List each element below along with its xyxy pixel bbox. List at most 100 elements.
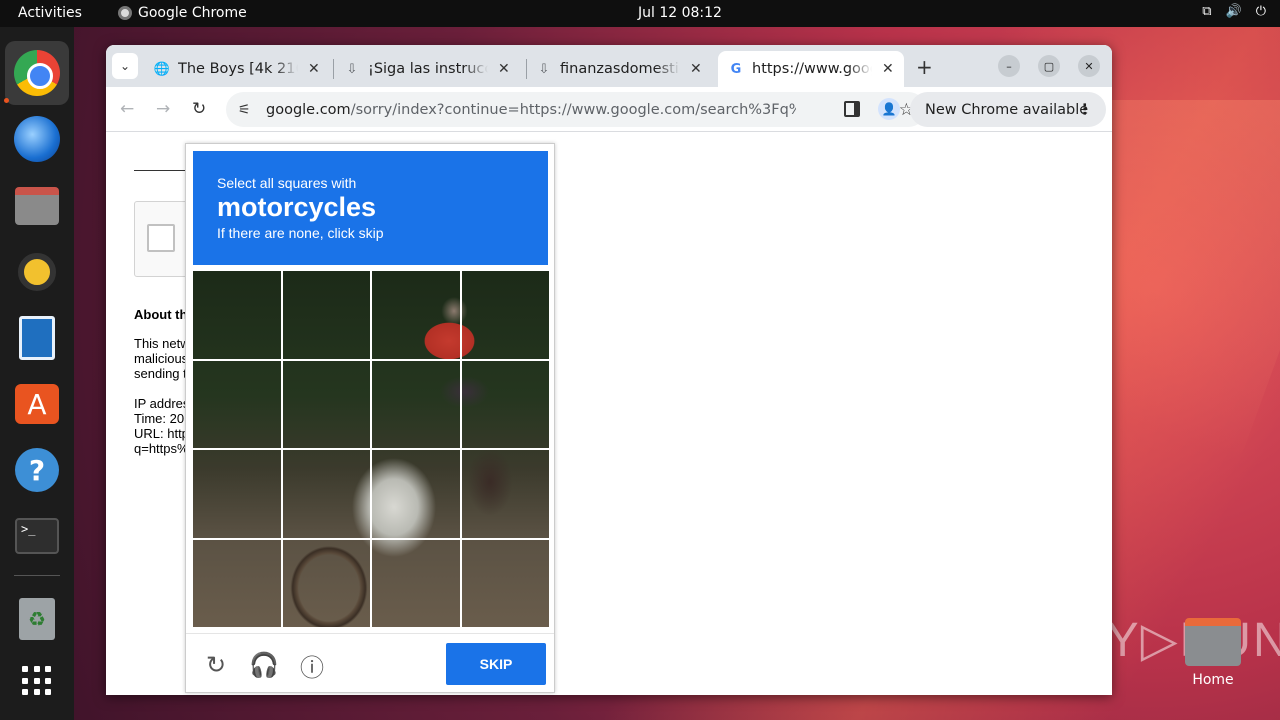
captcha-tile[interactable] <box>282 539 370 627</box>
new-chrome-available-button[interactable]: New Chrome available ⋮ <box>910 92 1106 127</box>
captcha-tile-image <box>282 539 370 627</box>
skip-button[interactable]: SKIP <box>446 643 546 685</box>
captcha-tile-image <box>282 450 370 538</box>
home-folder-label: Home <box>1192 672 1234 688</box>
dock-terminal[interactable]: >_ <box>13 512 61 560</box>
forward-button[interactable]: → <box>156 99 170 119</box>
dock-writer[interactable] <box>13 314 61 362</box>
minimize-icon: – <box>1006 59 1012 73</box>
dock-thunderbird[interactable] <box>13 115 61 163</box>
captcha-tile-image <box>372 360 460 448</box>
about-section: About th This netw malicious sending t I… <box>134 307 190 471</box>
app-menu[interactable]: Google Chrome <box>118 5 247 21</box>
close-icon: ✕ <box>1084 59 1094 73</box>
url-text: google.com/sorry/index?continue=https://… <box>266 102 796 118</box>
tab-siga[interactable]: ⇩ ¡Siga las instrucciones ✕ <box>334 51 524 87</box>
download-cloud-icon: ⇩ <box>346 61 358 77</box>
tab-the-boys[interactable]: 🌐 The Boys [4k 2160p] ✕ <box>144 51 330 87</box>
captcha-tile[interactable] <box>282 271 370 359</box>
captcha-tile[interactable] <box>372 450 460 538</box>
thunderbird-icon <box>14 116 60 162</box>
reload-button[interactable]: ↻ <box>192 99 206 119</box>
captcha-challenge: Select all squares with motorcycles If t… <box>185 143 555 693</box>
software-store-icon: A <box>15 384 59 424</box>
tab-title: https://www.google.com <box>752 61 872 77</box>
power-icon: ⏻ <box>1255 4 1266 19</box>
captcha-tile-image <box>193 271 281 359</box>
tab-finanzas[interactable]: ⇩ finanzasdomesticas ✕ <box>526 51 716 87</box>
captcha-tile[interactable] <box>372 271 460 359</box>
address-bar[interactable]: ⚟ google.com/sorry/index?continue=https:… <box>226 92 926 127</box>
captcha-tile[interactable] <box>461 450 549 538</box>
new-tab-button[interactable]: + <box>916 55 933 79</box>
dock-rhythmbox[interactable] <box>13 248 61 296</box>
update-label: New Chrome available <box>925 101 1089 118</box>
about-heading: About th <box>134 307 188 322</box>
terminal-icon: >_ <box>15 518 59 554</box>
desktop-home-folder[interactable]: Home <box>1184 618 1242 688</box>
captcha-tile[interactable] <box>193 271 281 359</box>
dock-software[interactable]: A <box>13 380 61 428</box>
reload-icon[interactable]: ↻ <box>202 651 230 679</box>
tab-strip: ⌄ 🌐 The Boys [4k 2160p] ✕ ⇩ ¡Siga las in… <box>106 45 1112 87</box>
captcha-tile[interactable] <box>282 360 370 448</box>
url-path: /sorry/index?continue=https://www.google… <box>350 101 796 118</box>
tab-title: The Boys [4k 2160p] <box>178 61 298 77</box>
more-menu-icon[interactable]: ⋮ <box>1078 102 1093 118</box>
google-g-icon: G <box>730 61 742 77</box>
info-icon[interactable]: ⓘ <box>298 651 326 682</box>
audio-headphones-icon[interactable]: 🎧 <box>249 651 279 679</box>
volume-icon: 🔊 <box>1225 4 1242 19</box>
dock-files[interactable] <box>13 182 61 230</box>
browser-toolbar: ← → ↻ ⚟ google.com/sorry/index?continue=… <box>106 87 1112 132</box>
captcha-tile-image <box>282 271 370 359</box>
back-button[interactable]: ← <box>120 99 134 119</box>
running-indicator <box>4 98 9 103</box>
app-menu-label: Google Chrome <box>138 5 247 21</box>
dock-chrome[interactable] <box>13 49 61 97</box>
top-bar: Activities Google Chrome Jul 12 08:12 ⧉ … <box>0 0 1280 27</box>
activities-button[interactable]: Activities <box>18 5 82 21</box>
dock: A ? >_ ♻ <box>0 27 74 720</box>
profile-avatar[interactable]: 👤 <box>878 98 900 120</box>
captcha-tile[interactable] <box>372 360 460 448</box>
tab-search-button[interactable]: ⌄ <box>112 53 138 79</box>
captcha-footer: ↻ 🎧 ⓘ SKIP <box>186 633 554 693</box>
dock-show-apps[interactable] <box>13 657 61 705</box>
dock-trash[interactable]: ♻ <box>13 595 61 643</box>
captcha-tile[interactable] <box>461 271 549 359</box>
minimize-button[interactable]: – <box>998 55 1020 77</box>
captcha-tile[interactable] <box>193 360 281 448</box>
captcha-tile-image <box>193 539 281 627</box>
close-window-button[interactable]: ✕ <box>1078 55 1100 77</box>
close-tab-icon[interactable]: ✕ <box>882 61 894 77</box>
download-cloud-icon: ⇩ <box>538 61 550 77</box>
clock[interactable]: Jul 12 08:12 <box>638 5 722 21</box>
maximize-button[interactable]: ▢ <box>1038 55 1060 77</box>
app-grid-icon <box>22 666 52 696</box>
chevron-down-icon: ⌄ <box>119 59 131 73</box>
captcha-tile-image <box>461 271 549 359</box>
close-tab-icon[interactable]: ✕ <box>498 61 510 77</box>
system-tray[interactable]: ⧉ 🔊 ⏻ <box>1202 4 1266 19</box>
tab-title: ¡Siga las instrucciones <box>368 61 488 77</box>
captcha-tile[interactable] <box>193 450 281 538</box>
network-icon: ⧉ <box>1202 4 1212 19</box>
globe-icon: 🌐 <box>153 61 171 77</box>
captcha-tile-image <box>461 360 549 448</box>
captcha-tile[interactable] <box>372 539 460 627</box>
tab-title: finanzasdomesticas <box>560 61 680 77</box>
close-tab-icon[interactable]: ✕ <box>308 61 320 77</box>
tab-google-active[interactable]: G https://www.google.com ✕ <box>718 51 904 87</box>
recaptcha-checkbox[interactable] <box>147 224 175 252</box>
captcha-tile[interactable] <box>193 539 281 627</box>
dock-help[interactable]: ? <box>13 446 61 494</box>
close-tab-icon[interactable]: ✕ <box>690 61 702 77</box>
url-host: google.com <box>266 101 351 118</box>
captcha-tile[interactable] <box>282 450 370 538</box>
captcha-tile[interactable] <box>461 539 549 627</box>
site-info-icon[interactable]: ⚟ <box>238 102 260 118</box>
captcha-tile-image <box>372 271 460 359</box>
side-panel-icon[interactable] <box>844 101 860 117</box>
captcha-tile[interactable] <box>461 360 549 448</box>
